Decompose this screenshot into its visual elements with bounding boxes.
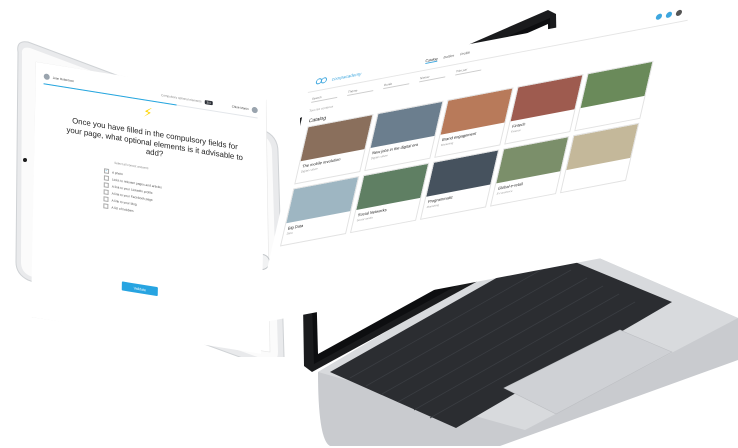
nav-links: Catalog Battles Profile — [424, 50, 471, 64]
filter-summary: Tous les contenus — [308, 104, 334, 113]
course-thumbnail — [370, 101, 443, 148]
course-thumbnail — [510, 75, 583, 122]
course-card[interactable]: Programmatic Marketing — [419, 149, 500, 220]
quiz-question: Once you have filled in the compulsory f… — [66, 115, 244, 162]
brand-logo-icon — [315, 76, 328, 85]
course-thumbnail — [580, 61, 653, 109]
course-thumbnail — [440, 88, 513, 135]
notification-icon[interactable] — [655, 13, 663, 21]
answer-options: ✓ A photo Links to relevant pages and arti… — [103, 167, 162, 218]
step-badge: 3/4 — [204, 100, 213, 106]
lightning-icon: ⚡ — [143, 104, 153, 121]
nav-link-profile[interactable]: Profile — [460, 50, 471, 57]
course-category: Finance — [510, 127, 522, 134]
trackpad[interactable] — [503, 329, 673, 415]
battle-icon[interactable] — [665, 11, 673, 19]
course-category: Marketing — [440, 140, 454, 148]
course-thumbnail — [286, 177, 359, 224]
course-card[interactable]: Brand engagement Marketing — [434, 87, 514, 158]
search-input[interactable]: Search — [311, 91, 339, 103]
filter-dropdown[interactable]: Durée — [383, 78, 411, 90]
user-avatar — [43, 73, 50, 81]
course-card[interactable] — [559, 122, 640, 194]
course-thumbnail — [426, 150, 499, 197]
header-icons — [655, 8, 690, 21]
profile-avatar[interactable] — [675, 9, 683, 17]
course-card[interactable]: Social Networks Social media — [349, 162, 430, 234]
nav-link-catalog[interactable]: Catalog — [424, 56, 439, 64]
step-label: Compulsory optional elements — [161, 93, 202, 104]
course-title: Big Data — [287, 222, 304, 231]
course-card[interactable]: Fintech Finance — [504, 74, 584, 145]
filter-dropdown[interactable]: Thème — [347, 85, 375, 97]
checkbox-icon[interactable] — [103, 182, 109, 188]
course-card[interactable]: The mobile revolution Digital culture — [294, 113, 374, 185]
ipad-camera — [23, 158, 27, 162]
course-title: Programmatic — [427, 194, 454, 205]
answer-option-label: A list of hobbies — [111, 204, 134, 213]
checkbox-checked-icon[interactable]: ✓ — [104, 168, 110, 174]
course-thumbnail — [496, 137, 569, 184]
user-name: Jean Robertson — [52, 75, 74, 84]
nav-link-battles[interactable]: Battles — [443, 53, 455, 60]
macbook-catalog-screen: coorpacademy Catalog Battles Profile Searc… — [254, 1, 692, 325]
reviewer-name: Chloé Martin — [231, 104, 249, 112]
reviewer-avatar — [251, 106, 258, 114]
checkbox-icon[interactable] — [103, 175, 109, 181]
course-card[interactable]: Global e-retail E-commerce — [489, 136, 570, 207]
course-card[interactable]: New jobs in the digital era Digital cultu… — [364, 100, 444, 172]
filter-dropdown[interactable]: Niveau — [419, 71, 447, 83]
course-category: Data — [286, 230, 294, 236]
checkbox-icon[interactable] — [103, 196, 109, 202]
brand-name: coorpacademy — [331, 70, 363, 82]
validate-button[interactable]: Validate — [121, 281, 158, 297]
course-card[interactable]: Big Data Data — [279, 175, 360, 247]
filter-dropdown[interactable]: Trier par — [455, 64, 483, 76]
checkbox-icon[interactable] — [103, 189, 109, 195]
course-category: Marketing — [426, 202, 440, 210]
ipad-quiz-screen: Jean Robertson Compulsory optional eleme… — [30, 62, 267, 354]
course-card[interactable] — [574, 60, 654, 132]
course-thumbnail — [356, 163, 429, 210]
course-thumbnail — [566, 123, 639, 171]
checkbox-icon[interactable] — [103, 203, 109, 209]
